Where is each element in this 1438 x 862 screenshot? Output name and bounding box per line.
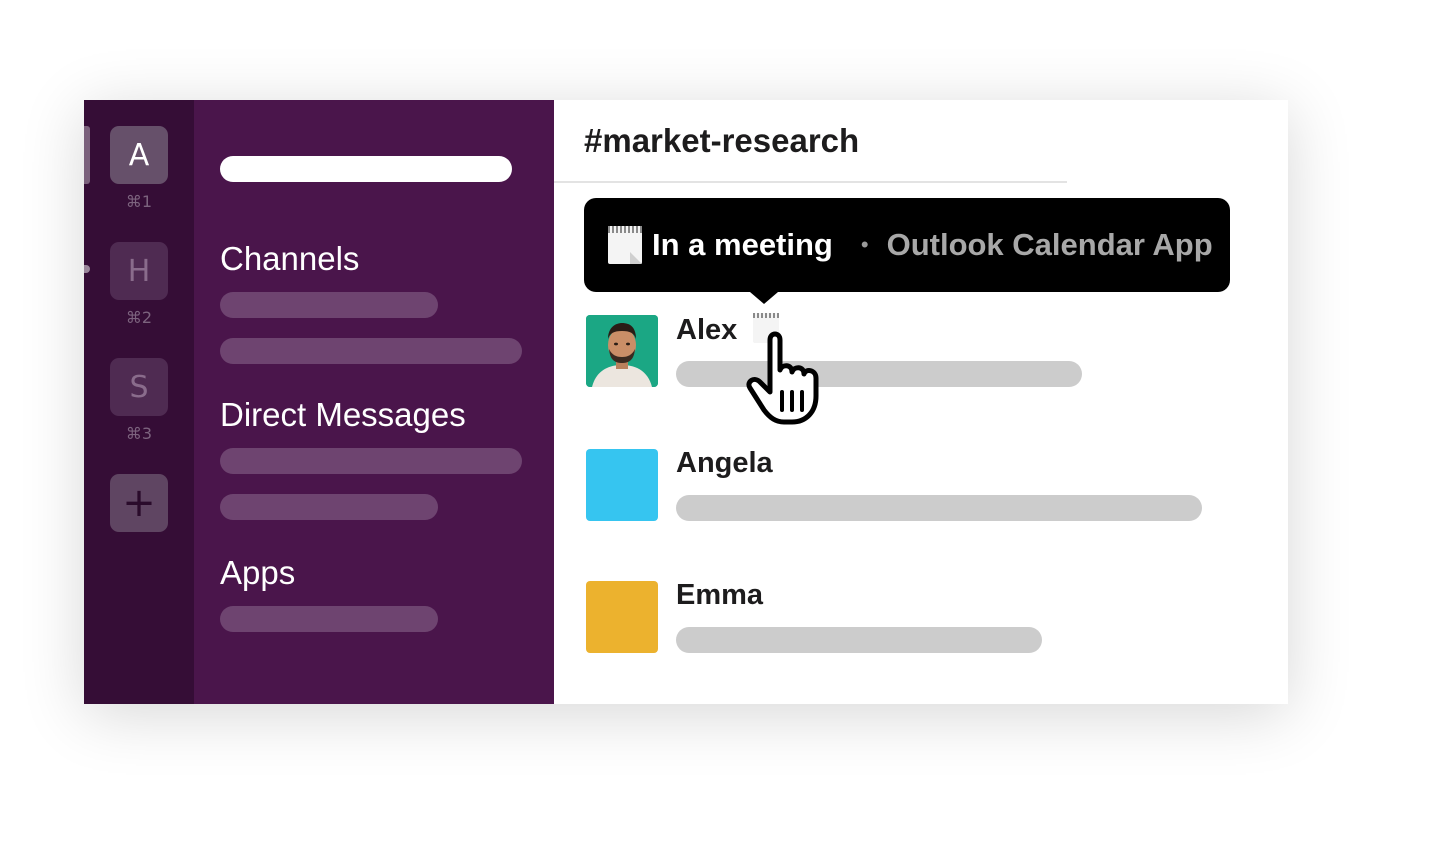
workspace-letter: S [129,369,149,405]
sidebar-item-dm[interactable] [220,448,522,474]
channel-sidebar: Channels Direct Messages Apps [194,100,554,704]
workspace-button-a[interactable]: A [110,126,168,184]
message-text-placeholder [676,627,1042,653]
workspace-rail: A ⌘1 H ⌘2 S ⌘3 + [84,100,194,704]
avatar[interactable] [586,581,658,653]
workspace-shortcut: ⌘3 [125,424,153,443]
sidebar-item-dm[interactable] [220,494,438,520]
workspace-letter: H [127,253,151,289]
avatar[interactable] [586,315,658,387]
person-photo [586,315,658,387]
message-text-placeholder [676,495,1202,521]
sidebar-item-app[interactable] [220,606,438,632]
channel-pane: #market-research In a meeting • Outlook … [554,100,1288,704]
avatar[interactable] [586,449,658,521]
plus-icon: + [122,480,156,526]
workspace-button-h[interactable]: H [110,242,168,300]
add-workspace-button[interactable]: + [110,474,168,532]
hand-pointer-icon [746,331,819,425]
tooltip-separator: • [860,232,869,257]
message-author[interactable]: Emma [676,579,763,612]
message-text-placeholder [676,361,1082,387]
workspace-shortcut: ⌘1 [125,192,153,211]
tooltip-arrow [750,292,778,304]
channels-section-title[interactable]: Channels [220,240,359,278]
tooltip-status-text: In a meeting [652,227,833,262]
tooltip-app-name: Outlook Calendar App [886,227,1213,262]
status-tooltip: In a meeting • Outlook Calendar App [584,198,1230,292]
workspace-button-s[interactable]: S [110,358,168,416]
workspace-letter: A [128,137,150,173]
header-divider [554,181,1067,183]
message-author[interactable]: Angela [676,447,773,480]
search-bar[interactable] [220,156,512,182]
active-workspace-indicator [84,126,90,184]
dms-section-title[interactable]: Direct Messages [220,396,466,434]
apps-section-title[interactable]: Apps [220,554,295,592]
channel-title: #market-research [584,122,860,159]
author-name[interactable]: Alex [676,314,737,346]
unread-indicator [84,265,90,273]
workspace-shortcut: ⌘2 [125,308,153,327]
slack-window: A ⌘1 H ⌘2 S ⌘3 + Channels Direct Message… [84,100,1288,704]
spiral-notepad-icon [608,226,642,264]
sidebar-item-channel[interactable] [220,292,438,318]
sidebar-item-channel[interactable] [220,338,522,364]
